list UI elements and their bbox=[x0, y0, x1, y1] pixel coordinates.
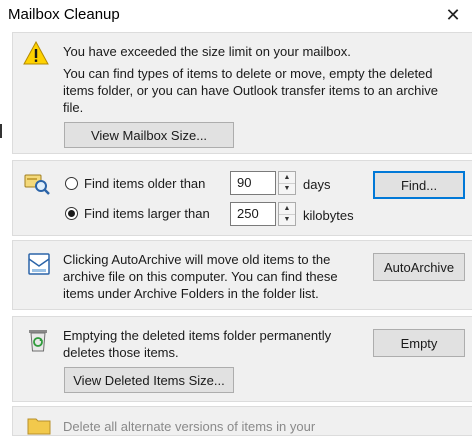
size-warning-text-line-3: file. bbox=[63, 100, 84, 115]
conflicts-panel: Delete all alternate versions of items i… bbox=[12, 406, 472, 436]
deleted-items-text-line-1: Emptying the deleted items folder perman… bbox=[63, 328, 332, 343]
larger-than-size-input[interactable]: 250 bbox=[230, 202, 276, 226]
older-than-radio[interactable] bbox=[65, 177, 78, 190]
autoarchive-text-line-3: items under Archive Folders in the folde… bbox=[63, 286, 319, 301]
older-than-unit: days bbox=[303, 177, 331, 192]
warning-icon bbox=[23, 41, 49, 65]
find-items-icon bbox=[24, 174, 50, 195]
larger-than-spinner[interactable]: ▲ ▼ bbox=[278, 202, 296, 226]
larger-than-label: Find items larger than bbox=[84, 206, 210, 221]
deleted-items-panel: Emptying the deleted items folder perman… bbox=[12, 316, 472, 402]
deleted-items-text-line-2: deletes those items. bbox=[63, 345, 179, 360]
autoarchive-text-line-2: archive file on this computer. You can f… bbox=[63, 269, 338, 284]
size-warning-text-line-2: items folder, or you can have Outlook tr… bbox=[63, 83, 439, 98]
older-than-label: Find items older than bbox=[84, 176, 206, 191]
autoarchive-icon bbox=[28, 253, 50, 275]
view-deleted-items-size-button[interactable]: View Deleted Items Size... bbox=[64, 367, 234, 393]
title-bar: Mailbox Cleanup ✕ bbox=[0, 0, 474, 30]
autoarchive-button[interactable]: AutoArchive bbox=[373, 253, 465, 281]
close-icon[interactable]: ✕ bbox=[438, 0, 468, 30]
larger-than-radio[interactable] bbox=[65, 207, 78, 220]
spin-down-icon[interactable]: ▼ bbox=[279, 214, 295, 225]
spin-down-icon[interactable]: ▼ bbox=[279, 183, 295, 194]
older-than-days-input[interactable]: 90 bbox=[230, 171, 276, 195]
autoarchive-panel: Clicking AutoArchive will move old items… bbox=[12, 240, 472, 310]
older-than-spinner[interactable]: ▲ ▼ bbox=[278, 171, 296, 195]
autoarchive-text-line-1: Clicking AutoArchive will move old items… bbox=[63, 252, 331, 267]
larger-than-unit: kilobytes bbox=[303, 208, 354, 223]
empty-button[interactable]: Empty bbox=[373, 329, 465, 357]
find-items-panel: Find items older than 90 ▲ ▼ days Find i… bbox=[12, 160, 472, 236]
size-warning-heading: You have exceeded the size limit on your… bbox=[63, 44, 351, 59]
folder-icon bbox=[27, 418, 51, 435]
size-warning-text-line-1: You can find types of items to delete or… bbox=[63, 66, 433, 81]
find-button[interactable]: Find... bbox=[373, 171, 465, 199]
recycle-bin-icon bbox=[29, 330, 47, 352]
size-warning-panel: You have exceeded the size limit on your… bbox=[12, 32, 472, 154]
background-window-edge bbox=[0, 124, 2, 138]
view-mailbox-size-button[interactable]: View Mailbox Size... bbox=[64, 122, 234, 148]
window-title: Mailbox Cleanup bbox=[8, 6, 120, 23]
